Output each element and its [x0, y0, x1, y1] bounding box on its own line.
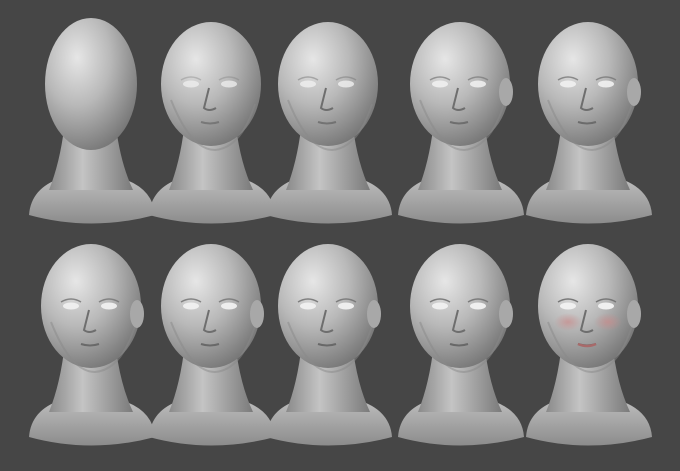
sculpt-progression-image	[0, 0, 680, 471]
head-sculpt	[526, 244, 652, 446]
head-sculpt	[29, 18, 155, 224]
ear	[627, 78, 641, 106]
left-cheek-blush	[554, 313, 582, 331]
right-eye	[101, 302, 117, 310]
left-eye	[432, 80, 448, 88]
left-eye	[560, 302, 576, 310]
head-sculpt	[266, 22, 392, 224]
right-cheek-blush	[594, 313, 622, 331]
right-eye	[598, 302, 614, 310]
head	[45, 18, 137, 150]
ear	[250, 300, 264, 328]
ear	[130, 300, 144, 328]
left-eye	[300, 80, 316, 88]
right-eye	[598, 80, 614, 88]
right-eye	[338, 302, 354, 310]
head-sculpt	[526, 22, 652, 224]
left-eye	[183, 302, 199, 310]
ear	[499, 78, 513, 106]
left-eye	[63, 302, 79, 310]
right-eye	[470, 302, 486, 310]
right-eye	[338, 80, 354, 88]
head-sculpt	[398, 244, 524, 446]
left-eye	[432, 302, 448, 310]
right-eye	[221, 80, 237, 88]
head-sculpt	[266, 244, 392, 446]
head-sculpt	[398, 22, 524, 224]
head-sculpt	[29, 244, 155, 446]
ear	[627, 300, 641, 328]
ear	[367, 300, 381, 328]
left-eye	[560, 80, 576, 88]
left-eye	[183, 80, 199, 88]
head-sculpt	[149, 22, 275, 224]
right-eye	[470, 80, 486, 88]
heads-scene	[29, 18, 652, 446]
left-eye	[300, 302, 316, 310]
ear	[499, 300, 513, 328]
head-sculpt	[149, 244, 275, 446]
right-eye	[221, 302, 237, 310]
